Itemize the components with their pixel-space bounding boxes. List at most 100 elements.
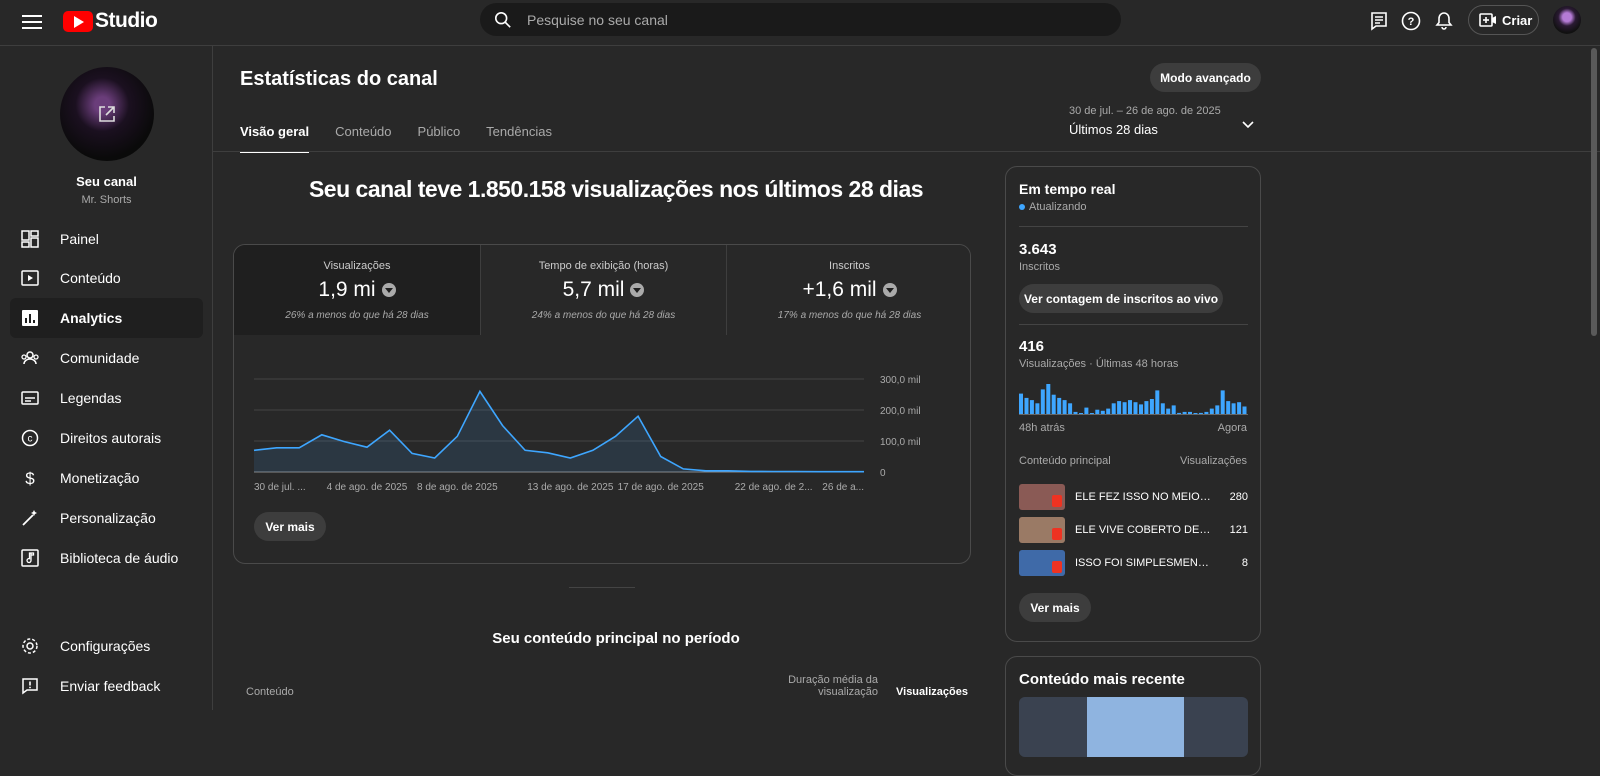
realtime-bar (1089, 413, 1094, 414)
content-icon (20, 268, 40, 288)
sidebar-item-label: Configurações (60, 638, 151, 654)
realtime-bar (1193, 413, 1198, 414)
realtime-bar (1242, 406, 1247, 414)
x-tick-label: 22 de ago. de 2... (735, 482, 813, 493)
realtime-bar (1057, 397, 1062, 414)
overview-see-more-button[interactable]: Ver mais (254, 512, 326, 541)
search-input[interactable]: Pesquise no seu canal (527, 12, 668, 28)
series-area (254, 391, 864, 472)
video-views: 121 (1229, 524, 1248, 536)
sidebar-item-conteudo[interactable]: Conteúdo (10, 258, 203, 298)
realtime-axis-end: Agora (1217, 422, 1247, 434)
list-item[interactable]: ELE FEZ ISSO NO MEIO DA RUA 280 (1019, 483, 1248, 511)
sidebar-item-label: Legendas (60, 390, 122, 406)
realtime-bar (1160, 403, 1165, 414)
metric-comparison: 17% a menos do que há 28 dias (777, 310, 922, 321)
help-icon[interactable]: ? (1400, 10, 1422, 32)
recent-video-thumbnail[interactable] (1019, 697, 1248, 757)
realtime-bar (1204, 411, 1209, 414)
tab-bar: Visão geral Conteúdo Público Tendências (240, 124, 578, 153)
realtime-bar (1073, 411, 1078, 414)
realtime-bar (1100, 410, 1105, 414)
divider (1019, 324, 1248, 325)
search-bar[interactable]: Pesquise no seu canal (480, 3, 1121, 36)
menu-icon[interactable] (22, 12, 42, 32)
open-external-icon[interactable] (97, 104, 117, 124)
list-item[interactable]: ISSO FOI SIMPLESMENTE INCRÍVEL 8 (1019, 549, 1248, 577)
tab-tendencias[interactable]: Tendências (486, 124, 552, 153)
svg-text:?: ? (1408, 16, 1415, 28)
sidebar-item-direitos-autorais[interactable]: c Direitos autorais (10, 418, 203, 458)
sidebar-item-label: Conteúdo (60, 270, 121, 286)
tab-conteudo[interactable]: Conteúdo (335, 124, 391, 153)
realtime-subscribers-value: 3.643 (1019, 241, 1057, 258)
sidebar-item-label: Monetização (60, 470, 140, 486)
recent-content-title: Conteúdo mais recente (1019, 671, 1185, 688)
sidebar-item-label: Painel (60, 231, 99, 247)
account-avatar[interactable] (1553, 6, 1581, 34)
realtime-bar (1079, 413, 1083, 414)
tab-visao-geral[interactable]: Visão geral (240, 124, 310, 153)
overview-card: Visualizações 1,9 mi 26% a menos do que … (233, 244, 971, 564)
comments-icon[interactable] (1368, 10, 1390, 32)
svg-text:c: c (28, 434, 33, 445)
realtime-bar (1215, 405, 1220, 414)
chevron-down-icon[interactable] (1240, 116, 1256, 132)
list-item[interactable]: ELE VIVE COBERTO DE CABELO 121 (1019, 516, 1248, 544)
realtime-bar (1177, 412, 1182, 414)
metric-views[interactable]: Visualizações 1,9 mi 26% a menos do que … (234, 245, 480, 335)
tabs-divider (213, 151, 1600, 152)
realtime-status: Atualizando (1019, 201, 1087, 213)
tab-publico[interactable]: Público (418, 124, 461, 153)
realtime-views-label: Visualizações · Últimas 48 horas (1019, 358, 1179, 370)
column-header-views[interactable]: Visualizações (896, 686, 968, 698)
date-range-label[interactable]: Últimos 28 dias (1069, 122, 1158, 137)
create-button[interactable]: Criar (1468, 5, 1539, 35)
metric-value: +1,6 mil (802, 278, 877, 301)
create-button-label: Criar (1502, 12, 1533, 28)
sidebar-item-comunidade[interactable]: Comunidade (10, 338, 203, 378)
feedback-icon (20, 676, 40, 696)
realtime-status-text: Atualizando (1029, 201, 1087, 213)
video-title: ELE VIVE COBERTO DE CABELO (1075, 524, 1213, 536)
sidebar: Seu canal Mr. Shorts Painel Conteúdo Ana… (0, 46, 213, 710)
x-tick-label: 30 de jul. ... (254, 482, 306, 493)
y-tick-label: 300,0 mil (880, 375, 921, 386)
sidebar-item-enviar-feedback[interactable]: Enviar feedback (10, 666, 203, 706)
sidebar-item-legendas[interactable]: Legendas (10, 378, 203, 418)
realtime-subscribers-label: Inscritos (1019, 261, 1060, 273)
top-content-label: Conteúdo principal (1019, 455, 1111, 467)
shorts-icon (1052, 561, 1062, 573)
sidebar-item-monetizacao[interactable]: $ Monetização (10, 458, 203, 498)
channel-avatar[interactable] (60, 67, 154, 161)
sidebar-item-personalizacao[interactable]: Personalização (10, 498, 203, 538)
realtime-see-more-button[interactable]: Ver mais (1019, 593, 1091, 622)
video-title: ELE FEZ ISSO NO MEIO DA RUA (1075, 491, 1213, 503)
sidebar-item-label: Personalização (60, 510, 156, 526)
live-subscriber-count-button[interactable]: Ver contagem de inscritos ao vivo (1019, 284, 1223, 313)
scrollbar[interactable] (1591, 48, 1597, 336)
metric-subscribers[interactable]: Inscritos +1,6 mil 17% a menos do que há… (726, 245, 970, 335)
realtime-title: Em tempo real (1019, 181, 1116, 197)
column-header-duration[interactable]: Duração média da visualização (768, 674, 878, 698)
realtime-bar (1051, 394, 1056, 414)
video-thumbnail (1019, 517, 1065, 543)
create-video-icon (1479, 13, 1496, 27)
x-tick-label: 13 de ago. de 2025 (527, 482, 614, 493)
realtime-views-chart[interactable] (1019, 382, 1248, 416)
top-content-views-label: Visualizações (1179, 455, 1247, 467)
notifications-icon[interactable] (1433, 10, 1455, 32)
realtime-bar (1166, 408, 1171, 414)
metric-watch-time[interactable]: Tempo de exibição (horas) 5,7 mil 24% a … (480, 245, 726, 335)
studio-logo[interactable]: Studio (63, 9, 158, 33)
realtime-bar (1155, 390, 1160, 414)
sidebar-item-analytics[interactable]: Analytics (10, 298, 203, 338)
sidebar-item-painel[interactable]: Painel (10, 219, 203, 259)
advanced-mode-button[interactable]: Modo avançado (1150, 63, 1261, 92)
sidebar-item-biblioteca-de-audio[interactable]: Biblioteca de áudio (10, 538, 203, 578)
views-chart[interactable]: 300,0 mil 200,0 mil 100,0 mil 0 30 de jul. .… (234, 335, 970, 505)
realtime-bar (1144, 401, 1149, 414)
sidebar-item-label: Biblioteca de áudio (60, 550, 179, 566)
sidebar-item-configuracoes[interactable]: Configurações (10, 626, 203, 666)
date-range-dates[interactable]: 30 de jul. – 26 de ago. de 2025 (1069, 105, 1221, 117)
